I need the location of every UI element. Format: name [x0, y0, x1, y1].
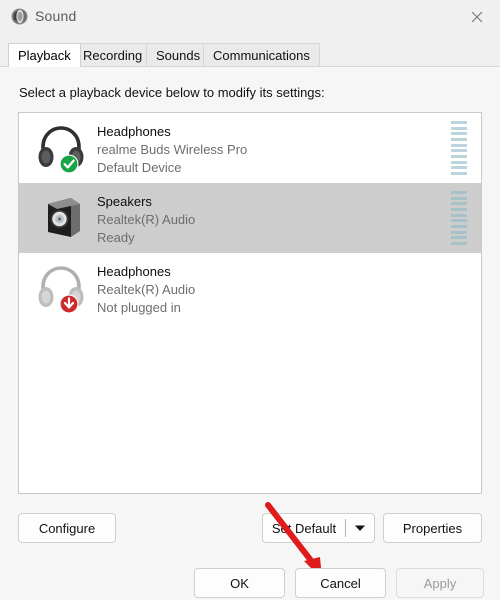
device-name: Headphones	[97, 264, 171, 279]
cancel-button[interactable]: Cancel	[295, 568, 386, 598]
configure-button[interactable]: Configure	[18, 513, 116, 543]
device-driver: Realtek(R) Audio	[97, 282, 196, 297]
tab-recording[interactable]: Recording	[73, 43, 153, 67]
chevron-down-icon[interactable]	[346, 514, 374, 542]
device-list-item-selected[interactable]: Speakers Realtek(R) Audio Ready	[19, 183, 481, 253]
device-status: Not plugged in	[97, 300, 181, 315]
instruction-text: Select a playback device below to modify…	[19, 85, 325, 100]
device-list-item[interactable]: Headphones realme Buds Wireless Pro Defa…	[19, 113, 481, 183]
tab-strip: Playback Recording Sounds Communications	[0, 43, 500, 67]
set-default-button[interactable]: Set Default	[263, 514, 345, 542]
device-list-item[interactable]: Headphones Realtek(R) Audio Not plugged …	[19, 253, 481, 323]
playback-panel: Select a playback device below to modify…	[0, 67, 500, 600]
title-bar: Sound	[0, 0, 500, 33]
device-driver: Realtek(R) Audio	[97, 212, 196, 227]
set-default-split-button[interactable]: Set Default	[262, 513, 375, 543]
device-status: Default Device	[97, 160, 182, 175]
down-arrow-badge	[35, 262, 87, 314]
speaker-icon	[11, 8, 28, 25]
check-badge	[35, 122, 87, 174]
volume-meter	[451, 191, 467, 245]
speaker-box-icon	[35, 192, 87, 244]
tab-communications[interactable]: Communications	[203, 43, 320, 67]
device-name: Headphones	[97, 124, 171, 139]
device-name: Speakers	[97, 194, 152, 209]
tab-sounds[interactable]: Sounds	[146, 43, 211, 67]
tab-playback[interactable]: Playback	[8, 43, 81, 67]
playback-device-list[interactable]: Headphones realme Buds Wireless Pro Defa…	[18, 112, 482, 494]
device-driver: realme Buds Wireless Pro	[97, 142, 248, 157]
device-status: Ready	[97, 230, 135, 245]
properties-button[interactable]: Properties	[383, 513, 482, 543]
apply-button[interactable]: Apply	[396, 568, 484, 598]
window-title: Sound	[35, 8, 77, 24]
close-icon[interactable]	[454, 0, 500, 33]
ok-button[interactable]: OK	[194, 568, 285, 598]
volume-meter	[451, 121, 467, 175]
